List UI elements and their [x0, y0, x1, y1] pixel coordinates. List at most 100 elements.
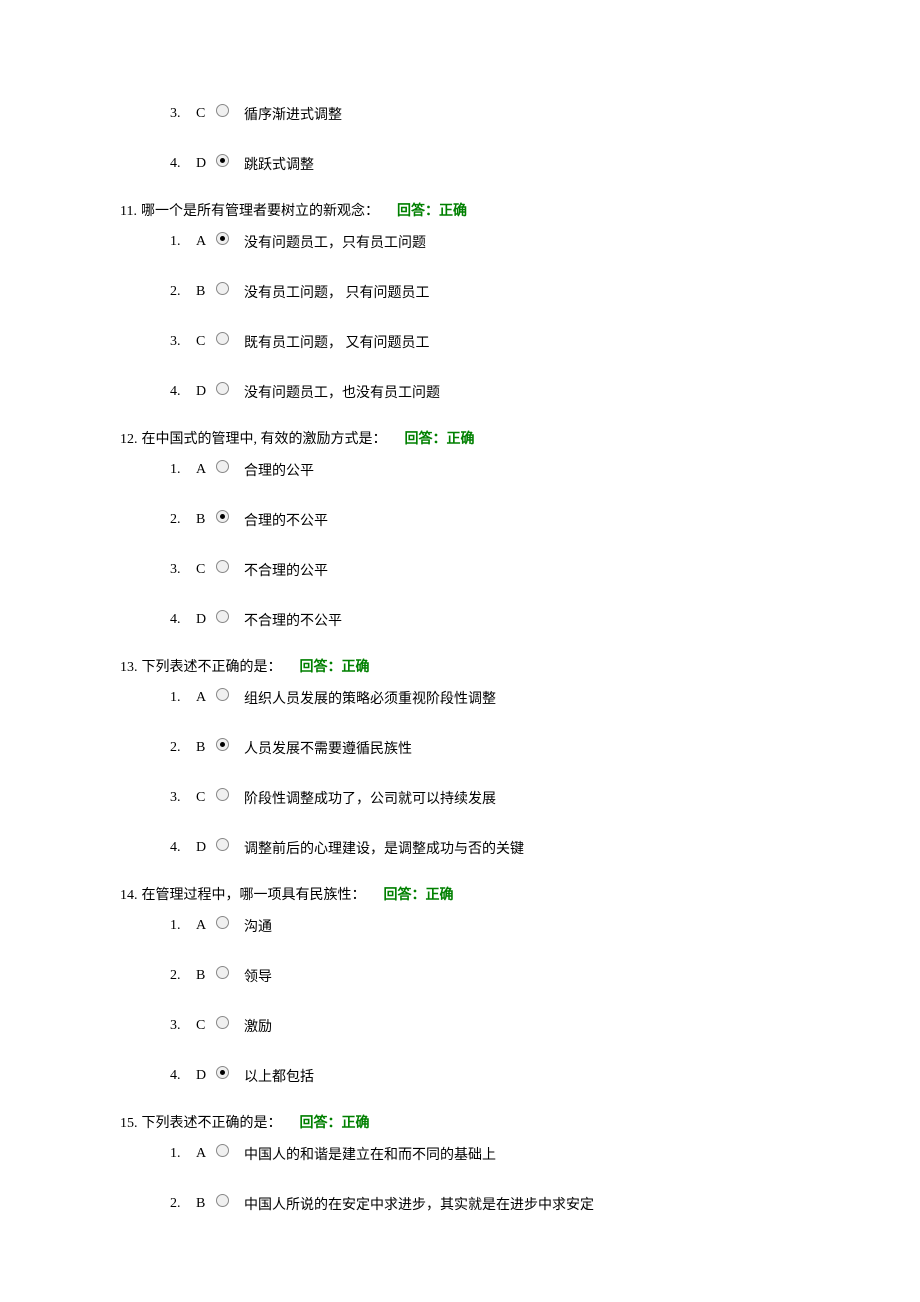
option-letter: D [196, 840, 214, 856]
option-text: 循序渐进式调整 [244, 104, 800, 124]
option-index: 3. [170, 562, 196, 578]
option-text: 中国人的和谐是建立在和而不同的基础上 [244, 1144, 800, 1164]
option-letter: A [196, 462, 214, 478]
option-row: 1.A中国人的和谐是建立在和而不同的基础上 [170, 1140, 800, 1168]
question: 14.在管理过程中，哪一项具有民族性：回答：正确1.A沟通2.B领导3.C激励4… [120, 884, 800, 1090]
feedback-text: 回答：正确 [300, 656, 370, 676]
question-number: 12. [120, 432, 138, 448]
option-index: 3. [170, 1018, 196, 1034]
feedback-text: 回答：正确 [405, 428, 475, 448]
radio-button[interactable] [216, 916, 229, 929]
radio-button[interactable] [216, 688, 229, 701]
radio-button[interactable] [216, 966, 229, 979]
option-letter: C [196, 562, 214, 578]
radio-wrapper [216, 792, 244, 805]
options-list: 1.A组织人员发展的策略必须重视阶段性调整2.B人员发展不需要遵循民族性3.C阶… [120, 684, 800, 862]
option-index: 3. [170, 790, 196, 806]
option-text: 组织人员发展的策略必须重视阶段性调整 [244, 688, 800, 708]
radio-wrapper [216, 464, 244, 477]
radio-wrapper [216, 158, 244, 171]
option-text: 沟通 [244, 916, 800, 936]
option-index: 2. [170, 1196, 196, 1212]
radio-button[interactable] [216, 610, 229, 623]
option-text: 合理的不公平 [244, 510, 800, 530]
radio-button[interactable] [216, 232, 229, 245]
option-row: 4.D不合理的不公平 [170, 606, 800, 634]
radio-button[interactable] [216, 460, 229, 473]
question-text: 在管理过程中，哪一项具有民族性： [142, 884, 366, 904]
option-index: 2. [170, 284, 196, 300]
option-letter: D [196, 384, 214, 400]
radio-wrapper [216, 514, 244, 527]
question-header: 11.哪一个是所有管理者要树立的新观念： 回答：正确 [120, 200, 800, 220]
radio-button[interactable] [216, 282, 229, 295]
option-row: 4.D以上都包括 [170, 1062, 800, 1090]
option-index: 4. [170, 384, 196, 400]
radio-button[interactable] [216, 1144, 229, 1157]
option-letter: D [196, 156, 214, 172]
option-index: 3. [170, 106, 196, 122]
option-letter: A [196, 1146, 214, 1162]
feedback-text: 回答：正确 [300, 1112, 370, 1132]
option-row: 1.A没有问题员工，只有员工问题 [170, 228, 800, 256]
option-index: 1. [170, 462, 196, 478]
option-index: 3. [170, 334, 196, 350]
option-row: 4.D调整前后的心理建设，是调整成功与否的关键 [170, 834, 800, 862]
option-row: 3.C 阶段性调整成功了，公司就可以持续发展 [170, 784, 800, 812]
question-number: 11. [120, 204, 137, 220]
radio-button[interactable] [216, 788, 229, 801]
option-letter: B [196, 512, 214, 528]
radio-button[interactable] [216, 1194, 229, 1207]
option-row: 1.A 合理的公平 [170, 456, 800, 484]
radio-wrapper [216, 842, 244, 855]
options-list: 1.A沟通2.B领导3.C激励4.D以上都包括 [120, 912, 800, 1090]
question: 15.下列表述不正确的是：回答：正确1.A中国人的和谐是建立在和而不同的基础上2… [120, 1112, 800, 1218]
question-text: 哪一个是所有管理者要树立的新观念： [141, 200, 379, 220]
radio-button[interactable] [216, 154, 229, 167]
option-index: 1. [170, 690, 196, 706]
option-letter: A [196, 234, 214, 250]
option-row: 3.C 不合理的公平 [170, 556, 800, 584]
option-letter: B [196, 284, 214, 300]
radio-button[interactable] [216, 510, 229, 523]
option-letter: D [196, 612, 214, 628]
radio-wrapper [216, 286, 244, 299]
radio-button[interactable] [216, 838, 229, 851]
radio-button[interactable] [216, 738, 229, 751]
option-row: 4.D没有问题员工，也没有员工问题 [170, 378, 800, 406]
radio-button[interactable] [216, 332, 229, 345]
question: 13.下列表述不正确的是：回答：正确1.A组织人员发展的策略必须重视阶段性调整2… [120, 656, 800, 862]
option-text: 不合理的公平 [244, 560, 800, 580]
option-row: 3.C激励 [170, 1012, 800, 1040]
option-letter: C [196, 334, 214, 350]
feedback-text: 回答：正确 [384, 884, 454, 904]
radio-button[interactable] [216, 1066, 229, 1079]
radio-wrapper [216, 336, 244, 349]
radio-wrapper [216, 564, 244, 577]
option-letter: C [196, 790, 214, 806]
options-list: 1.A合理的公平2.B合理的不公平3.C不合理的公平4.D不合理的不公平 [120, 456, 800, 634]
option-row: 1.A沟通 [170, 912, 800, 940]
option-text: 人员发展不需要遵循民族性 [244, 738, 800, 758]
option-row: 3.C循序渐进式调整 [170, 100, 800, 128]
question: 11.哪一个是所有管理者要树立的新观念： 回答：正确 1.A没有问题员工，只有员工问… [120, 200, 800, 406]
option-text: 阶段性调整成功了，公司就可以持续发展 [244, 788, 800, 808]
option-letter: B [196, 740, 214, 756]
radio-wrapper [216, 386, 244, 399]
option-index: 4. [170, 1068, 196, 1084]
question-text: 在中国式的管理中, 有效的激励方式是： [142, 428, 387, 448]
radio-button[interactable] [216, 560, 229, 573]
option-row: 2.B没有员工问题， 只有问题员工 [170, 278, 800, 306]
option-row: 2.B中国人所说的在安定中求进步，其实就是在进步中求安定 [170, 1190, 800, 1218]
question: 12.在中国式的管理中, 有效的激励方式是：回答：正确1.A合理的公平2.B合理… [120, 428, 800, 634]
option-text: 跳跃式调整 [244, 154, 800, 174]
radio-wrapper [216, 1070, 244, 1083]
radio-button[interactable] [216, 1016, 229, 1029]
feedback-text: 回答：正确 [397, 200, 467, 220]
radio-button[interactable] [216, 104, 229, 117]
option-index: 4. [170, 840, 196, 856]
questions-container: 11.哪一个是所有管理者要树立的新观念： 回答：正确 1.A没有问题员工，只有员工问… [120, 200, 800, 1218]
option-text: 合理的公平 [244, 460, 800, 480]
question-text: 下列表述不正确的是： [142, 1112, 282, 1132]
radio-button[interactable] [216, 382, 229, 395]
